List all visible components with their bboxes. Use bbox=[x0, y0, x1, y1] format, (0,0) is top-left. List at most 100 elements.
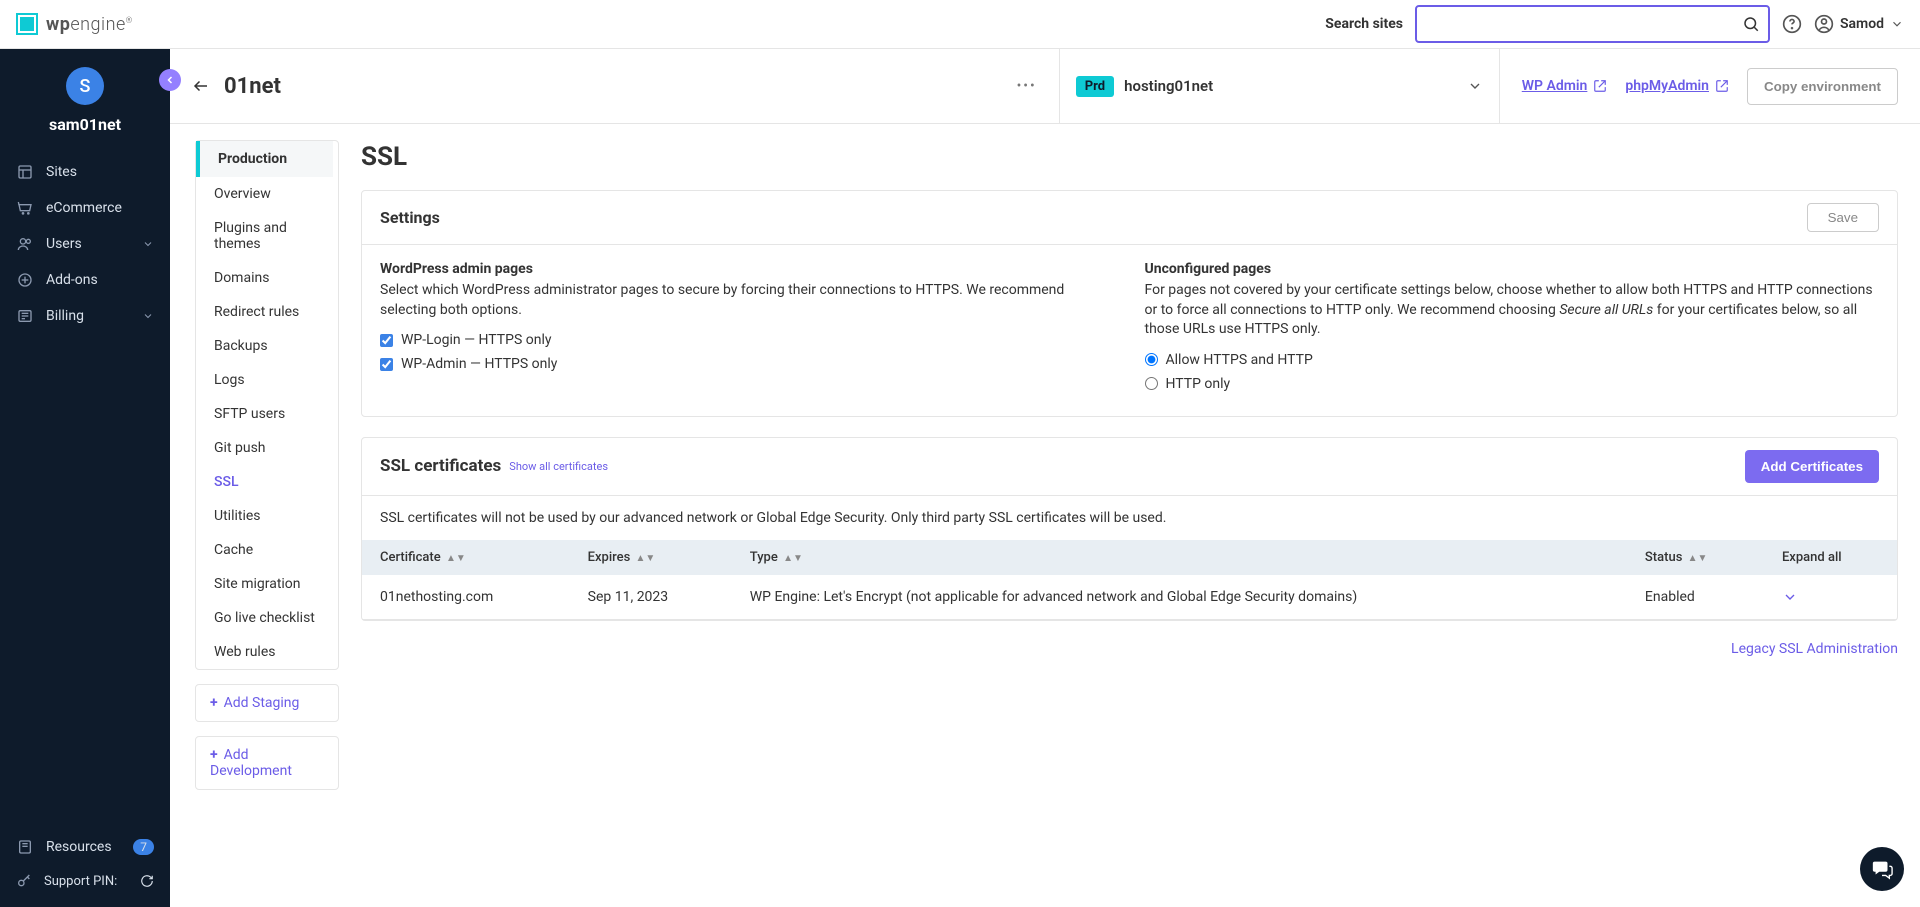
expand-row-button[interactable] bbox=[1782, 589, 1879, 605]
certificates-note: SSL certificates will not be used by our… bbox=[362, 496, 1897, 540]
settings-title: Settings bbox=[380, 208, 440, 227]
nav-label: Users bbox=[46, 236, 82, 252]
radio-http[interactable] bbox=[1145, 377, 1158, 390]
subnav-item[interactable]: SFTP users bbox=[196, 397, 338, 431]
copy-environment-button[interactable]: Copy environment bbox=[1747, 68, 1898, 105]
resources-badge: 7 bbox=[133, 839, 154, 855]
phpmyadmin-link[interactable]: phpMyAdmin bbox=[1625, 78, 1729, 94]
billing-icon bbox=[16, 308, 34, 324]
subnav-item[interactable]: SSL bbox=[196, 465, 338, 499]
environment-sidebar: Production OverviewPlugins and themesDom… bbox=[170, 124, 339, 907]
add-development-link[interactable]: +Add Development bbox=[196, 737, 338, 789]
subnav-item[interactable]: Site migration bbox=[196, 567, 338, 601]
collapse-sidebar-button[interactable] bbox=[159, 69, 181, 91]
chat-icon bbox=[1871, 858, 1893, 880]
nav-label: Billing bbox=[46, 308, 84, 324]
subnav-item[interactable]: Overview bbox=[196, 177, 338, 211]
expires-cell: Sep 11, 2023 bbox=[570, 575, 732, 620]
help-icon[interactable] bbox=[1782, 14, 1802, 34]
unconfigured-desc: For pages not covered by your certificat… bbox=[1145, 281, 1880, 340]
show-all-link[interactable]: Show all certificates bbox=[509, 460, 608, 473]
certificates-card: SSL certificates Show all certificates A… bbox=[361, 437, 1898, 621]
save-button[interactable]: Save bbox=[1807, 203, 1879, 232]
site-header: 01net ••• Prd hosting01net WP Admin phpM… bbox=[170, 49, 1920, 124]
users-icon bbox=[16, 236, 34, 252]
user-menu[interactable]: Samod bbox=[1814, 14, 1904, 34]
avatar: S bbox=[66, 67, 104, 105]
wp-admin-checkbox[interactable] bbox=[380, 358, 393, 371]
chat-fab[interactable] bbox=[1860, 847, 1904, 891]
env-name: hosting01net bbox=[1124, 77, 1213, 95]
page-body: SSL Settings Save WordPress admin pages … bbox=[339, 124, 1920, 907]
top-header: wpengine® Search sites Samod bbox=[0, 0, 1920, 49]
addons-icon bbox=[16, 272, 34, 288]
unconfigured-heading: Unconfigured pages bbox=[1145, 261, 1880, 277]
external-link-icon bbox=[1593, 79, 1607, 93]
radio-allow-row[interactable]: Allow HTTPS and HTTP bbox=[1145, 352, 1880, 368]
subnav-item[interactable]: Domains bbox=[196, 261, 338, 295]
search-box[interactable] bbox=[1415, 5, 1770, 43]
wp-login-checkbox-row[interactable]: WP-Login — HTTPS only bbox=[380, 332, 1115, 348]
col-certificate[interactable]: Certificate ▲▼ bbox=[362, 540, 570, 575]
more-button[interactable]: ••• bbox=[1017, 78, 1037, 94]
wp-login-checkbox[interactable] bbox=[380, 334, 393, 347]
subnav-item[interactable]: Redirect rules bbox=[196, 295, 338, 329]
subnav-item[interactable]: Utilities bbox=[196, 499, 338, 533]
subnav-item[interactable]: Logs bbox=[196, 363, 338, 397]
col-status[interactable]: Status ▲▼ bbox=[1627, 540, 1764, 575]
legacy-ssl-link[interactable]: Legacy SSL Administration bbox=[361, 641, 1898, 657]
back-arrow[interactable] bbox=[192, 77, 210, 95]
page-title: SSL bbox=[361, 142, 1898, 172]
nav-billing[interactable]: Billing bbox=[0, 298, 170, 334]
subnav-item[interactable]: Plugins and themes bbox=[196, 211, 338, 261]
chevron-down-icon bbox=[1467, 78, 1483, 94]
radio-http-row[interactable]: HTTP only bbox=[1145, 376, 1880, 392]
wp-admin-checkbox-row[interactable]: WP-Admin — HTTPS only bbox=[380, 356, 1115, 372]
col-expand[interactable]: Expand all bbox=[1764, 540, 1897, 575]
main-sidebar: S sam01net Sites eCommerce Users Add-ons bbox=[0, 49, 170, 907]
env-subnav: OverviewPlugins and themesDomainsRedirec… bbox=[196, 177, 338, 669]
subnav-item[interactable]: Go live checklist bbox=[196, 601, 338, 635]
main-content: 01net ••• Prd hosting01net WP Admin phpM… bbox=[170, 49, 1920, 907]
sort-icon: ▲▼ bbox=[1688, 553, 1708, 564]
nav-sites[interactable]: Sites bbox=[0, 154, 170, 190]
subnav-item[interactable]: Backups bbox=[196, 329, 338, 363]
subnav-item[interactable]: Cache bbox=[196, 533, 338, 567]
nav-resources[interactable]: Resources 7 bbox=[0, 829, 170, 865]
chevron-down-icon bbox=[142, 310, 154, 322]
col-type[interactable]: Type ▲▼ bbox=[732, 540, 1627, 575]
main-nav: Sites eCommerce Users Add-ons Billing bbox=[0, 154, 170, 821]
resources-icon bbox=[16, 839, 34, 855]
col-expires[interactable]: Expires ▲▼ bbox=[570, 540, 732, 575]
search-label: Search sites bbox=[1325, 16, 1403, 32]
radio-allow[interactable] bbox=[1145, 353, 1158, 366]
add-staging-link[interactable]: +Add Staging bbox=[196, 685, 338, 721]
nav-ecommerce[interactable]: eCommerce bbox=[0, 190, 170, 226]
site-title: 01net bbox=[224, 74, 281, 99]
subnav-item[interactable]: Web rules bbox=[196, 635, 338, 669]
add-certificates-button[interactable]: Add Certificates bbox=[1745, 450, 1879, 483]
env-tab-production[interactable]: Production bbox=[196, 141, 333, 177]
sites-icon bbox=[16, 164, 34, 180]
search-input[interactable] bbox=[1425, 16, 1742, 32]
external-link-icon bbox=[1715, 79, 1729, 93]
nav-label: Add-ons bbox=[46, 272, 98, 288]
environment-selector[interactable]: Prd hosting01net bbox=[1059, 49, 1499, 123]
subnav-item[interactable]: Git push bbox=[196, 431, 338, 465]
logo-icon bbox=[16, 13, 38, 35]
search-icon[interactable] bbox=[1742, 15, 1760, 33]
nav-users[interactable]: Users bbox=[0, 226, 170, 262]
env-badge: Prd bbox=[1076, 76, 1114, 97]
type-cell: WP Engine: Let's Encrypt (not applicable… bbox=[732, 575, 1627, 620]
refresh-icon[interactable] bbox=[140, 874, 154, 888]
checkbox-label: WP-Login — HTTPS only bbox=[401, 332, 552, 348]
nav-label: Resources bbox=[46, 839, 112, 855]
support-label: Support PIN: bbox=[44, 874, 117, 889]
wp-admin-link[interactable]: WP Admin bbox=[1522, 78, 1608, 94]
nav-addons[interactable]: Add-ons bbox=[0, 262, 170, 298]
sort-icon: ▲▼ bbox=[636, 553, 656, 564]
wp-admin-desc: Select which WordPress administrator pag… bbox=[380, 281, 1115, 320]
certificates-title: SSL certificates bbox=[380, 456, 501, 476]
checkbox-label: WP-Admin — HTTPS only bbox=[401, 356, 557, 372]
logo[interactable]: wpengine® bbox=[16, 13, 133, 35]
